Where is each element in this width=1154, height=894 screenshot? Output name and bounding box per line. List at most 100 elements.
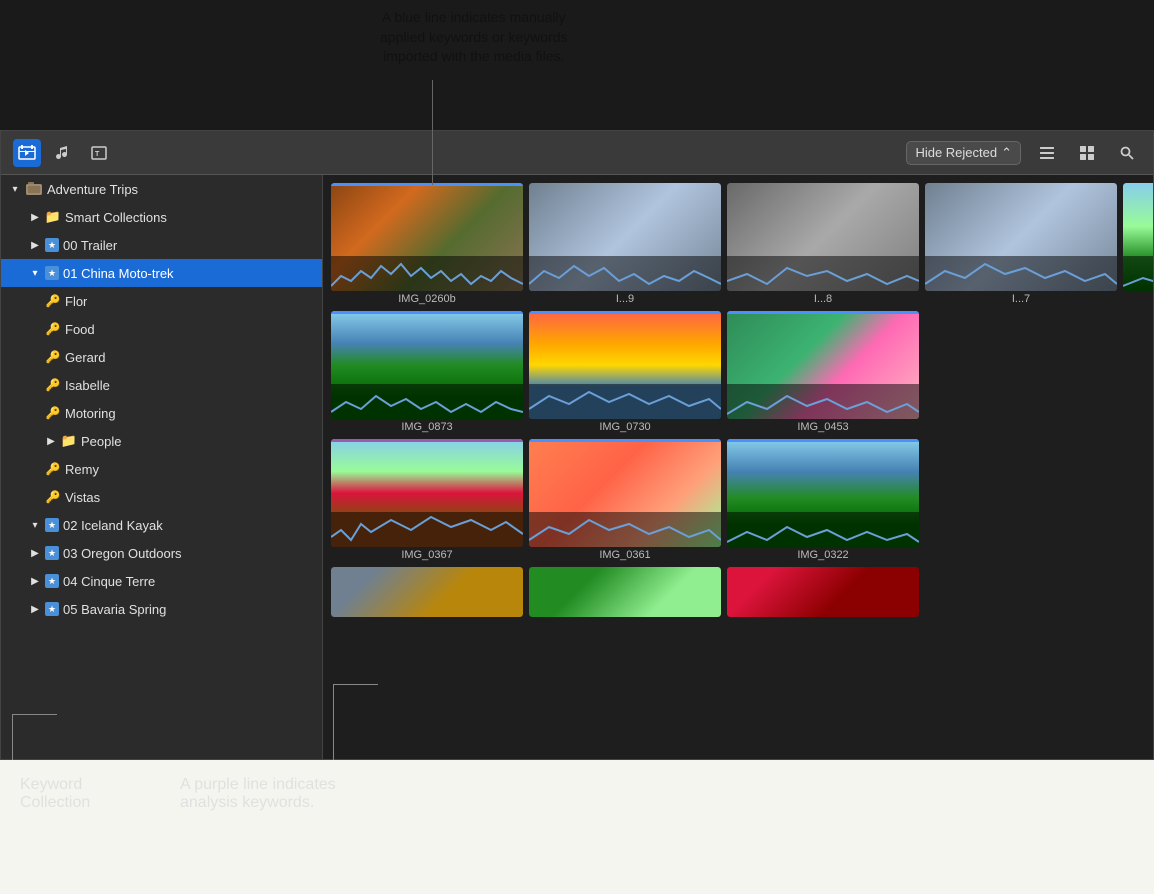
keyword-icon: 🔑 (45, 489, 61, 505)
films-icon[interactable] (13, 139, 41, 167)
chevron-right-icon: ▶ (29, 239, 41, 251)
media-item-partial3[interactable] (727, 567, 919, 617)
chevron-right-icon: ▶ (29, 211, 41, 223)
sidebar-item-label: Remy (65, 462, 99, 477)
media-item-partial2[interactable] (529, 567, 721, 617)
media-item-label: IMG_0453 (727, 421, 919, 433)
annotation-bottom-left-line1: Keyword (20, 776, 82, 793)
annotation-top-line1: A blue line indicates manually (382, 9, 566, 25)
audio-waveform (331, 384, 523, 419)
media-item-label: IMG_0367 (331, 549, 523, 561)
chevron-right-icon: ▶ (29, 575, 41, 587)
toolbar-right: Hide Rejected ⌃ (906, 139, 1141, 167)
sidebar-item-people[interactable]: ▶ 📁 People (1, 427, 322, 455)
sidebar-item-01-china[interactable]: ▾ ★ 01 China Moto-trek (1, 259, 322, 287)
media-item-img1775[interactable]: IMG_1775 (1123, 183, 1153, 305)
annotation-bracket-horizontal-right (333, 684, 378, 685)
music-icon[interactable] (49, 139, 77, 167)
sidebar-item-02-iceland[interactable]: ▾ ★ 02 Iceland Kayak (1, 511, 322, 539)
annotation-top-pointer-line (432, 80, 433, 185)
media-item-img0873[interactable]: IMG_0873 (331, 311, 523, 433)
grid-row (331, 567, 1145, 617)
blue-keyword-line (529, 311, 721, 314)
annotation-top-line2: applied keywords or keywords (380, 29, 568, 45)
media-item-img7[interactable]: I...7 (925, 183, 1117, 305)
chevron-down-icon: ▾ (29, 267, 41, 279)
media-item-label: I...8 (727, 293, 919, 305)
audio-waveform (529, 384, 721, 419)
list-view-icon[interactable] (1033, 139, 1061, 167)
media-item-img0453[interactable]: IMG_0453 (727, 311, 919, 433)
sidebar-item-motoring[interactable]: 🔑 Motoring (1, 399, 322, 427)
sidebar-item-label: 04 Cinque Terre (63, 574, 155, 589)
annotation-bracket-horizontal-left (12, 714, 57, 715)
keyword-icon: 🔑 (45, 405, 61, 421)
star-badge-icon: ★ (45, 266, 59, 280)
sidebar-item-label: Flor (65, 294, 87, 309)
audio-waveform (529, 512, 721, 547)
grid-row: IMG_0367 IMG_036 (331, 439, 1145, 561)
media-item-img0361[interactable]: IMG_0361 (529, 439, 721, 561)
sidebar-item-label: Gerard (65, 350, 105, 365)
media-item-img8[interactable]: I...8 (727, 183, 919, 305)
media-item-label: IMG_0730 (529, 421, 721, 433)
keyword-icon: 🔑 (45, 349, 61, 365)
sidebar: ▾ Adventure Trips ▶ 📁 Smart Collections … (1, 175, 323, 759)
media-item-label: I...7 (925, 293, 1117, 305)
media-item-img0322[interactable]: IMG_0322 (727, 439, 919, 561)
grid-row: IMG_0260b I...9 (331, 183, 1145, 305)
chevron-down-icon: ▾ (9, 183, 21, 195)
annotation-top: A blue line indicates manually applied k… (380, 8, 568, 67)
sidebar-item-isabelle[interactable]: 🔑 Isabelle (1, 371, 322, 399)
sidebar-item-adventure-trips[interactable]: ▾ Adventure Trips (1, 175, 322, 203)
star-badge-icon: ★ (45, 238, 59, 252)
sidebar-item-label: Adventure Trips (47, 182, 138, 197)
hide-rejected-label: Hide Rejected (915, 145, 997, 160)
media-item-img0260b[interactable]: IMG_0260b (331, 183, 523, 305)
sidebar-item-04-cinque[interactable]: ▶ ★ 04 Cinque Terre (1, 567, 322, 595)
chevron-right-icon: ▶ (45, 435, 57, 447)
annotation-bottom-right-line2: analysis keywords. (180, 794, 314, 811)
sidebar-item-vistas[interactable]: 🔑 Vistas (1, 483, 322, 511)
keyword-icon: 🔑 (45, 321, 61, 337)
sidebar-item-03-oregon[interactable]: ▶ ★ 03 Oregon Outdoors (1, 539, 322, 567)
media-item-partial1[interactable] (331, 567, 523, 617)
sidebar-item-label: 00 Trailer (63, 238, 117, 253)
sidebar-item-food[interactable]: 🔑 Food (1, 315, 322, 343)
library-icon (25, 181, 43, 197)
blue-keyword-line (727, 311, 919, 314)
annotation-purple-line-description: A purple line indicates analysis keyword… (180, 776, 336, 812)
toolbar-icons: T (13, 139, 113, 167)
media-item-img0730[interactable]: IMG_0730 (529, 311, 721, 433)
sidebar-item-remy[interactable]: 🔑 Remy (1, 455, 322, 483)
audio-waveform (331, 256, 523, 291)
media-item-label: IMG_0873 (331, 421, 523, 433)
audio-waveform (925, 256, 1117, 291)
audio-waveform (727, 256, 919, 291)
sidebar-item-label: Smart Collections (65, 210, 167, 225)
sidebar-item-05-bavaria[interactable]: ▶ ★ 05 Bavaria Spring (1, 595, 322, 623)
annotation-bracket-line-left (12, 715, 13, 760)
sidebar-item-flor[interactable]: 🔑 Flor (1, 287, 322, 315)
media-item-label: IMG_0322 (727, 549, 919, 561)
search-icon[interactable] (1113, 139, 1141, 167)
annotation-bottom-left-line2: Collection (20, 794, 90, 811)
chevron-right-icon: ▶ (29, 603, 41, 615)
media-item-img0367[interactable]: IMG_0367 (331, 439, 523, 561)
annotation-keyword-collection: Keyword Collection (20, 776, 90, 812)
sidebar-item-gerard[interactable]: 🔑 Gerard (1, 343, 322, 371)
sidebar-item-label: People (81, 434, 121, 449)
sidebar-item-00-trailer[interactable]: ▶ ★ 00 Trailer (1, 231, 322, 259)
hide-rejected-button[interactable]: Hide Rejected ⌃ (906, 141, 1021, 165)
grid-view-icon[interactable] (1073, 139, 1101, 167)
media-grid: IMG_0260b I...9 (323, 175, 1153, 759)
sidebar-item-label: 05 Bavaria Spring (63, 602, 166, 617)
media-item-img9[interactable]: I...9 (529, 183, 721, 305)
keyword-icon: 🔑 (45, 293, 61, 309)
sidebar-item-smart-collections[interactable]: ▶ 📁 Smart Collections (1, 203, 322, 231)
app-window: T Hide Rejected ⌃ (0, 130, 1154, 760)
chevron-right-icon: ▶ (29, 547, 41, 559)
title-icon[interactable]: T (85, 139, 113, 167)
toolbar: T Hide Rejected ⌃ (1, 131, 1153, 175)
annotation-bottom-right-line1: A purple line indicates (180, 776, 336, 793)
